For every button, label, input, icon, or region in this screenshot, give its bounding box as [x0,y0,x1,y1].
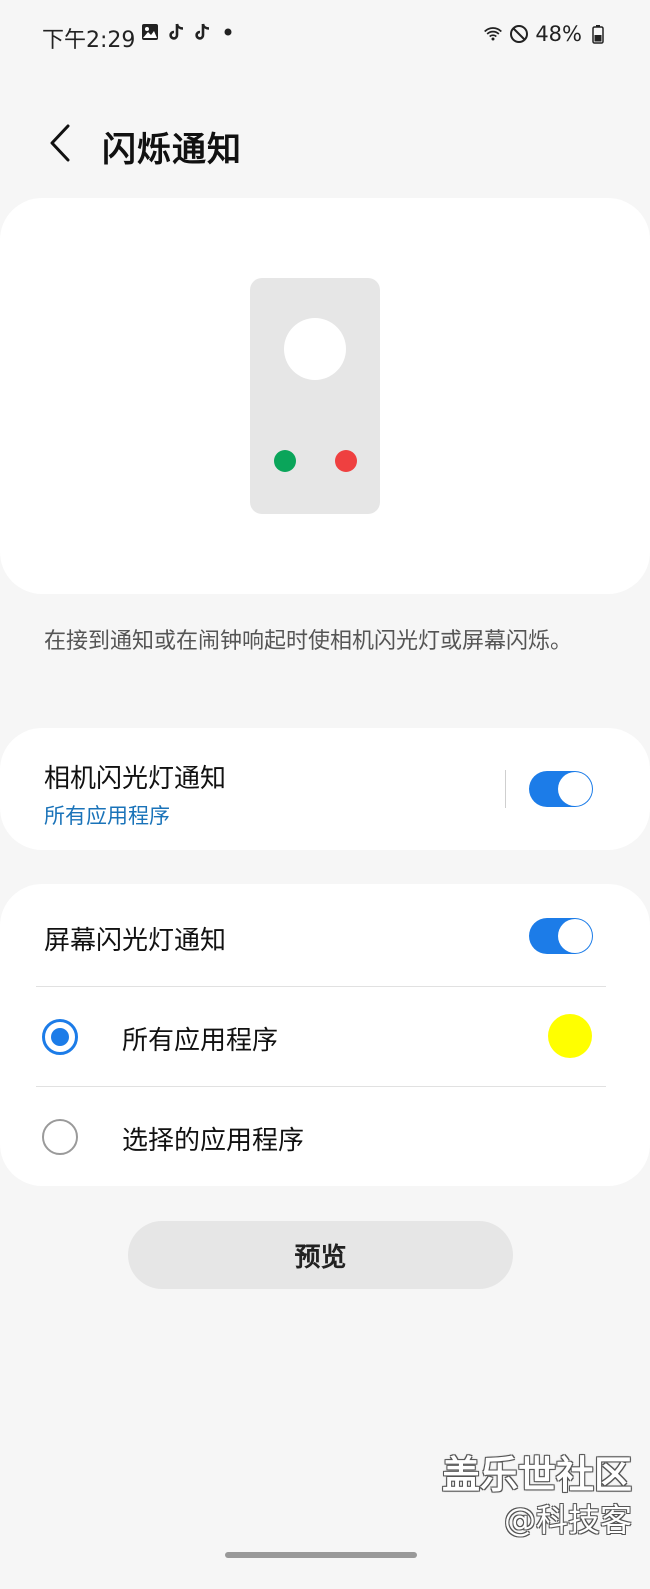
screen-flash-title: 屏幕闪光灯通知 [44,926,227,956]
description-text: 在接到通知或在闹钟响起时使相机闪光灯或屏幕闪烁。 [44,629,573,654]
tiktok-icon [166,22,186,42]
gallery-icon [140,22,160,42]
do-not-disturb-icon [509,24,529,44]
watermark-line2: @科技客 [503,1501,632,1539]
battery-icon [588,24,608,44]
back-arrow-icon [50,124,70,162]
battery-percent: 48% [535,22,582,46]
gesture-nav-handle[interactable] [225,1552,417,1558]
camera-flash-title: 相机闪光灯通知 [44,764,227,794]
flash-circle [284,318,346,380]
watermark-line1: 盖乐世社区 [441,1453,632,1497]
app-bar: 闪烁通知 [0,112,650,176]
system-icons: 48% [483,22,608,46]
wifi-icon [483,24,503,44]
notification-icons [140,22,238,42]
dot-icon [218,22,238,42]
accept-call-dot [274,450,296,472]
preview-button[interactable]: 预览 [128,1221,513,1289]
watermark: 盖乐世社区 @科技客 [442,1452,632,1542]
camera-flash-subtitle: 所有应用程序 [44,804,170,828]
screen-flash-toggle[interactable] [529,918,593,954]
divider [36,1086,606,1087]
flash-illustration-card [0,198,650,594]
back-button[interactable] [40,118,80,168]
tiktok-icon [192,22,212,42]
camera-flash-toggle[interactable] [529,771,593,807]
radio-all-apps[interactable] [42,1019,78,1055]
toggle-knob [558,772,592,806]
divider [505,770,506,808]
radio-all-apps-label[interactable]: 所有应用程序 [122,1020,278,1057]
page-title: 闪烁通知 [102,130,242,170]
status-bar: 下午2:29 48% [0,0,650,72]
screen-flash-card: 屏幕闪光灯通知 所有应用程序 选择的应用程序 [0,884,650,1186]
phone-illustration [250,278,380,514]
status-time: 下午2:29 [42,28,136,53]
decline-call-dot [335,450,357,472]
radio-selected-apps-label[interactable]: 选择的应用程序 [122,1120,304,1157]
radio-selected-apps[interactable] [42,1119,78,1155]
flash-color-swatch[interactable] [548,1014,592,1058]
radio-dot [51,1028,69,1046]
divider [36,986,606,987]
camera-flash-card[interactable]: 相机闪光灯通知 所有应用程序 [0,728,650,850]
toggle-knob [558,919,592,953]
